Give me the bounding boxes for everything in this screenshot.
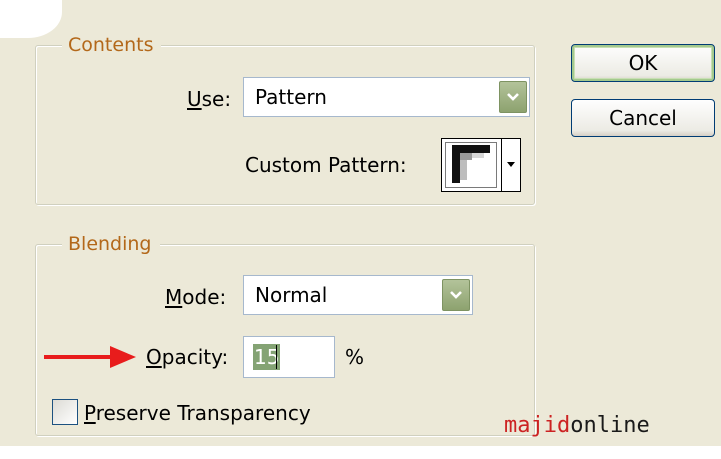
dropdown-arrow-icon [507, 93, 519, 101]
chevron-down-icon[interactable] [506, 161, 516, 169]
corner-dot [2, 28, 12, 38]
cancel-button[interactable]: Cancel [571, 99, 715, 137]
use-select[interactable]: Pattern [243, 77, 530, 117]
use-label: Use: [187, 87, 232, 111]
bottom-strip [0, 446, 721, 459]
opacity-input[interactable]: 15 [243, 336, 335, 378]
custom-pattern-label: Custom Pattern: [245, 153, 407, 177]
use-dropdown-button[interactable] [499, 81, 527, 113]
dropdown-arrow-icon [450, 291, 462, 299]
ok-button[interactable]: OK [571, 44, 715, 82]
mode-label: Mode: [165, 285, 227, 309]
mode-dropdown-button[interactable] [442, 279, 470, 311]
opacity-unit: % [345, 345, 365, 369]
use-select-value: Pattern [255, 85, 327, 109]
blending-legend: Blending [62, 231, 160, 257]
contents-legend: Contents [62, 32, 162, 58]
preserve-transparency-label[interactable]: Preserve Transparency [84, 400, 311, 426]
text-caret [276, 345, 277, 369]
watermark: majidonline [504, 411, 650, 441]
watermark-part2: online [570, 413, 650, 438]
opacity-label: Opacity: [146, 345, 229, 369]
custom-pattern-picker[interactable] [441, 138, 521, 192]
swatch-separator [501, 139, 502, 191]
mode-select[interactable]: Normal [243, 275, 473, 315]
pattern-preview-icon [445, 142, 497, 188]
red-arrow-icon [44, 346, 136, 368]
mode-select-value: Normal [255, 283, 328, 307]
fill-dialog: Contents Use: Pattern Custom Pattern: Bl… [0, 0, 721, 459]
watermark-part1: majid [504, 413, 571, 438]
preserve-transparency-checkbox[interactable] [52, 399, 78, 425]
